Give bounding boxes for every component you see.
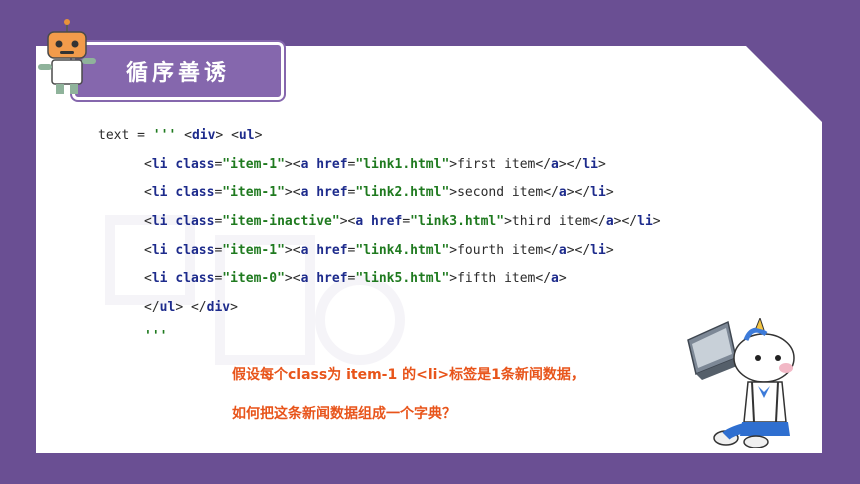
code-token: ></ <box>566 185 591 201</box>
code-token: li <box>151 156 168 172</box>
code-token: href <box>371 214 403 230</box>
code-token: "item-1" <box>222 156 285 172</box>
question-line-2: 如何把这条新闻数据组成一个字典？ <box>232 406 456 422</box>
code-line: <li class="item-0"><a href="link5.html">… <box>98 265 661 294</box>
code-token: li <box>151 185 168 201</box>
code-token: >< <box>284 242 301 258</box>
code-token: div <box>191 128 216 143</box>
page-corner-fold <box>744 44 824 124</box>
code-token: < <box>144 214 152 230</box>
code-token: </ <box>144 300 160 316</box>
code-token: div <box>206 300 231 316</box>
code-token: a <box>558 242 567 258</box>
code-line: <li class="item-1"><a href="link2.html">… <box>98 179 661 208</box>
code-token: > <box>230 300 238 316</box>
code-token: a <box>558 185 567 201</box>
code-token: ></ <box>566 242 591 258</box>
code-token: >second item</ <box>449 185 559 201</box>
unicorn-laptop-mascot-icon <box>687 318 795 448</box>
section-title: 循序善诱 <box>125 61 230 86</box>
code-token: >fifth item</ <box>449 271 552 287</box>
code-token: = <box>402 214 411 230</box>
code-token: li <box>590 242 606 258</box>
code-token: "link2.html" <box>355 185 450 201</box>
code-token: > </ <box>175 300 207 316</box>
code-token: > <box>652 214 661 230</box>
code-token: a <box>551 271 559 287</box>
code-token: text = <box>98 128 153 143</box>
code-token: li <box>151 271 168 287</box>
code-token: "item-inactive" <box>222 214 340 230</box>
code-token: href <box>316 185 348 201</box>
code-token: ''' <box>152 128 177 143</box>
code-token: ''' <box>144 328 168 344</box>
code-token: href <box>316 242 348 258</box>
code-token: "item-0" <box>222 271 285 287</box>
code-token: a <box>551 156 559 172</box>
code-token: >third item</ <box>504 214 606 230</box>
code-line: <li class="item-1"><a href="link1.html">… <box>98 151 661 180</box>
code-token: < <box>144 242 152 258</box>
code-token: > <box>254 128 263 143</box>
code-line: </ul> </div> <box>98 294 661 323</box>
code-token: > < <box>215 128 239 143</box>
code-block: text = ''' <div> <ul> <li class="item-1">… <box>98 122 661 352</box>
code-token: li <box>637 214 653 230</box>
code-line: text = ''' <div> <ul> <box>98 122 661 151</box>
code-token: >first item</ <box>449 156 552 172</box>
code-token: >fourth item</ <box>449 242 559 258</box>
code-token: "link5.html" <box>355 271 450 287</box>
code-token: ></ <box>558 156 583 172</box>
code-token: "link1.html" <box>355 156 450 172</box>
code-token: ></ <box>613 214 638 230</box>
code-token: > <box>605 185 614 201</box>
code-token: href <box>316 156 348 172</box>
code-token: > <box>558 271 567 287</box>
code-token: class <box>175 214 215 230</box>
code-token: > <box>598 156 606 172</box>
code-token: "link4.html" <box>355 242 450 258</box>
code-token: a <box>355 214 364 230</box>
code-token: < <box>144 185 152 201</box>
code-token: "item-1" <box>222 185 285 201</box>
code-token: "link3.html" <box>410 214 505 230</box>
code-token: >< <box>284 185 301 201</box>
code-token: li <box>151 242 168 258</box>
code-token: > <box>605 242 614 258</box>
code-token: >< <box>284 156 301 172</box>
code-token: class <box>175 271 215 287</box>
robot-icon <box>38 19 96 94</box>
code-line: <li class="item-inactive"><a href="link3… <box>98 208 661 237</box>
code-token: < <box>144 271 152 287</box>
code-token: li <box>590 185 606 201</box>
code-token: < <box>144 156 152 172</box>
section-title-tab: 循序善诱 <box>72 42 284 100</box>
code-token: li <box>151 214 168 230</box>
code-token: "item-1" <box>222 242 285 258</box>
code-token: class <box>175 242 215 258</box>
code-line: <li class="item-1"><a href="link4.html">… <box>98 237 661 266</box>
question-line-1: 假设每个class为 item-1 的<li>标签是1条新闻数据， <box>232 367 585 383</box>
code-token: li <box>582 156 598 172</box>
code-token: class <box>175 156 215 172</box>
code-token: href <box>316 271 348 287</box>
code-token: >< <box>339 214 356 230</box>
code-token: a <box>605 214 614 230</box>
code-line: ''' <box>98 323 661 352</box>
code-token: < <box>176 128 192 143</box>
code-token: ul <box>159 300 176 316</box>
code-token: ul <box>238 128 255 143</box>
code-token: >< <box>284 271 301 287</box>
code-token: class <box>175 185 215 201</box>
